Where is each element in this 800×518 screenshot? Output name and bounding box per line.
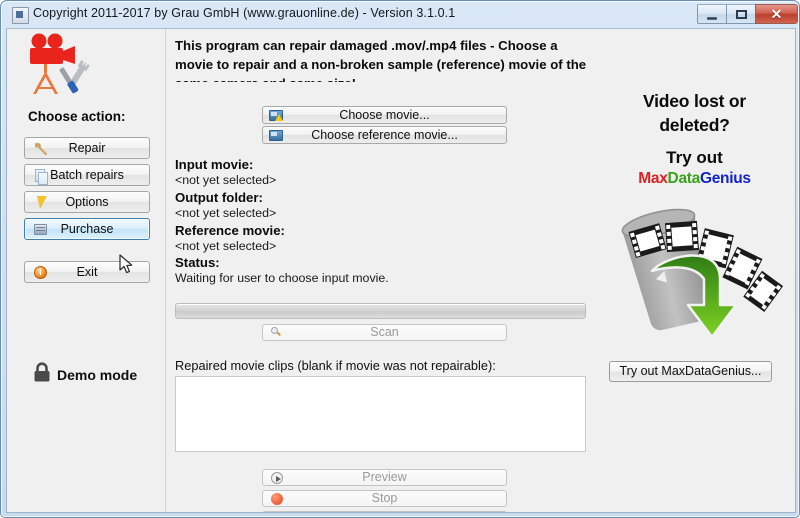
sidebar-item-label: Purchase bbox=[60, 222, 114, 236]
output-folder-value: <not yet selected> bbox=[175, 206, 277, 220]
sidebar-item-label: Repair bbox=[68, 141, 106, 155]
app-icon bbox=[12, 7, 29, 24]
sidebar-item-batch-repairs[interactable]: Batch repairs bbox=[24, 164, 150, 186]
status-value: Waiting for user to choose input movie. bbox=[175, 271, 389, 285]
scan-button[interactable]: Scan bbox=[262, 324, 507, 341]
maximize-icon bbox=[727, 5, 755, 23]
scan-label: Scan bbox=[370, 325, 399, 339]
main-panel: This program can repair damaged .mov/.mp… bbox=[166, 29, 594, 512]
client-area: Choose action: Repair Batch repairs Opti… bbox=[6, 28, 796, 513]
sidebar: Choose action: Repair Batch repairs Opti… bbox=[7, 29, 165, 512]
advertisement-panel: Video lost or deleted? Try out MaxDataGe… bbox=[594, 29, 795, 512]
progress-bar bbox=[175, 303, 586, 319]
intro-text: This program can repair damaged .mov/.mp… bbox=[175, 38, 587, 82]
input-movie-value: <not yet selected> bbox=[175, 173, 277, 187]
title-bar[interactable]: Copyright 2011-2017 by Grau GmbH (www.gr… bbox=[1, 1, 800, 28]
minimize-button[interactable] bbox=[697, 4, 726, 24]
input-movie-label: Input movie: bbox=[175, 157, 254, 172]
open-repair-report-label: Open repair report bbox=[263, 512, 506, 513]
minimize-icon bbox=[698, 5, 726, 23]
ad-tryout-text: Try out bbox=[666, 148, 723, 167]
movie-camera-repair-icon bbox=[30, 33, 90, 94]
stop-button[interactable]: Stop bbox=[262, 490, 507, 507]
repaired-clips-label: Repaired movie clips (blank if movie was… bbox=[175, 358, 496, 373]
sidebar-item-repair[interactable]: Repair bbox=[24, 137, 150, 159]
brand-part-max: Max bbox=[638, 170, 668, 187]
reference-movie-label: Reference movie: bbox=[175, 223, 285, 238]
open-repair-report-button[interactable]: Open repair report bbox=[262, 511, 507, 513]
choose-reference-movie-label: Choose reference movie... bbox=[311, 128, 458, 142]
choose-movie-label: Choose movie... bbox=[339, 108, 430, 122]
mouse-pointer-icon bbox=[119, 254, 133, 274]
sidebar-item-purchase[interactable]: Purchase bbox=[24, 218, 150, 240]
stop-label: Stop bbox=[371, 491, 398, 505]
sidebar-item-options[interactable]: Options bbox=[24, 191, 150, 213]
ad-brand-wordmark: MaxDataGenius bbox=[594, 170, 795, 188]
demo-mode-label: Demo mode bbox=[57, 367, 138, 383]
sidebar-item-label: Options bbox=[65, 195, 109, 209]
lock-icon bbox=[34, 362, 50, 382]
status-label: Status: bbox=[175, 255, 220, 270]
choose-movie-button[interactable]: Choose movie... bbox=[262, 106, 507, 124]
ad-headline: Video lost or deleted? bbox=[594, 89, 795, 137]
sidebar-item-label: Batch repairs bbox=[50, 168, 124, 182]
recycle-bin-film-recovery-icon bbox=[621, 208, 784, 339]
preview-label: Preview bbox=[362, 470, 407, 484]
reference-movie-value: <not yet selected> bbox=[175, 239, 277, 253]
choose-reference-movie-button[interactable]: Choose reference movie... bbox=[262, 126, 507, 144]
ad-headline-line1: Video lost or bbox=[642, 91, 747, 111]
window-title: Copyright 2011-2017 by Grau GmbH (www.gr… bbox=[33, 6, 456, 20]
brand-part-genius: Genius bbox=[699, 170, 751, 187]
try-maxdatagenius-button[interactable]: Try out MaxDataGenius... bbox=[609, 361, 772, 382]
choose-action-heading: Choose action: bbox=[28, 109, 126, 124]
repaired-clips-list[interactable] bbox=[175, 376, 586, 452]
brand-part-data: Data bbox=[667, 170, 701, 187]
ad-headline-line2: deleted? bbox=[659, 115, 730, 135]
close-button[interactable]: ✕ bbox=[755, 4, 798, 24]
preview-button[interactable]: Preview bbox=[262, 469, 507, 486]
output-folder-label: Output folder: bbox=[175, 190, 263, 205]
close-icon: ✕ bbox=[770, 6, 783, 22]
maximize-button[interactable] bbox=[726, 4, 755, 24]
application-window: Copyright 2011-2017 by Grau GmbH (www.gr… bbox=[0, 0, 800, 518]
